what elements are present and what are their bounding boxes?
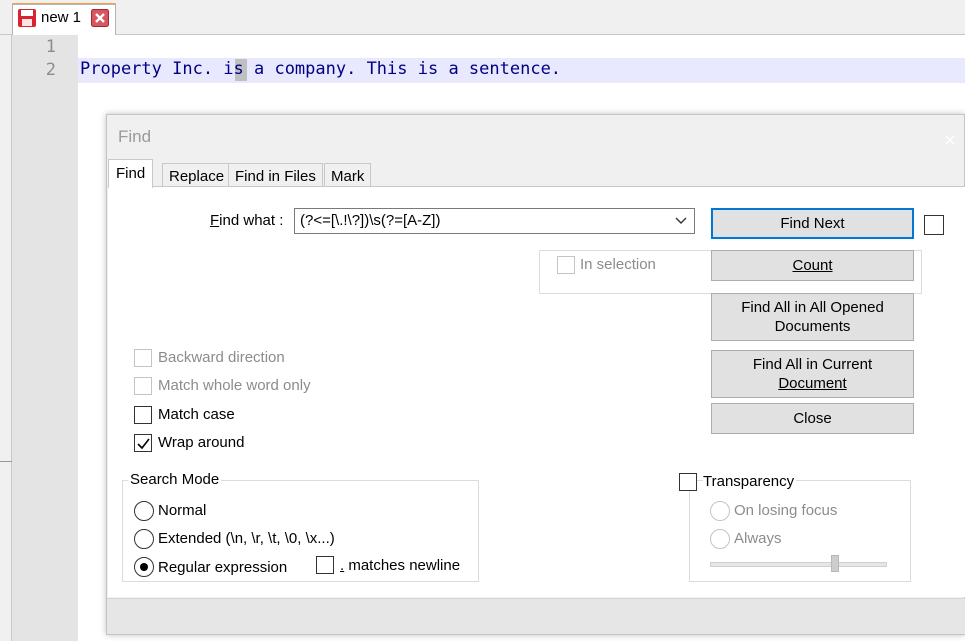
close-button[interactable]: Close [711, 403, 914, 434]
normal-radio[interactable] [134, 501, 154, 521]
find-what-label-rest: ind what : [219, 212, 284, 229]
always-radio[interactable] [710, 529, 730, 549]
transparency-slider-thumb[interactable] [831, 555, 839, 572]
match-whole-word-label: Match whole word only [158, 377, 311, 394]
dot-matches-newline-rest: matches newline [344, 557, 461, 574]
find-all-opened-button[interactable]: Find All in All Opened Documents [711, 293, 914, 341]
find-all-current-line1: Find All in Current [752, 356, 873, 373]
regex-radio[interactable] [134, 557, 154, 577]
count-button[interactable]: Count [711, 250, 914, 281]
radio-selected-dot [140, 563, 148, 571]
find-all-current-line2: Document [778, 375, 847, 392]
transparency-checkbox[interactable] [679, 473, 697, 491]
always-label: Always [734, 530, 782, 547]
transparency-slider-track[interactable] [710, 562, 887, 567]
find-what-label: Find what : [210, 212, 283, 229]
close-icon[interactable] [91, 9, 109, 27]
checkmark-icon [137, 438, 150, 450]
document-tab-label: new 1 [41, 9, 82, 26]
regex-label: Regular expression [158, 559, 288, 576]
extended-radio[interactable] [134, 529, 154, 549]
match-whole-word-checkbox[interactable] [134, 377, 152, 395]
floppy-save-icon [18, 9, 36, 27]
chevron-down-icon[interactable] [673, 212, 689, 228]
tab-replace[interactable]: Replace [162, 163, 232, 187]
extra-checkbox[interactable] [924, 215, 944, 235]
on-losing-focus-radio[interactable] [710, 501, 730, 521]
find-what-value: (?<=[\.!\?])\s(?=[A-Z]) [300, 212, 441, 229]
dot-matches-newline-checkbox[interactable] [316, 556, 334, 574]
find-all-current-button[interactable]: Find All in Current Document [711, 350, 914, 398]
backward-direction-label: Backward direction [158, 349, 285, 366]
editor-line-text[interactable]: Property Inc. is a company. This is a se… [80, 59, 561, 79]
in-selection-checkbox[interactable] [557, 256, 575, 274]
line-number-gutter: 1 2 [12, 35, 78, 641]
line-number: 2 [45, 60, 56, 80]
match-case-label: Match case [158, 406, 235, 423]
dialog-close-button[interactable]: × [935, 125, 965, 155]
dialog-footer [107, 598, 965, 634]
tab-bar [0, 0, 965, 35]
find-all-opened-line1: Find All in All Opened [741, 299, 884, 316]
on-losing-focus-label: On losing focus [734, 502, 838, 519]
dialog-title: Find [118, 127, 152, 146]
transparency-label: Transparency [703, 473, 797, 490]
in-selection-label: In selection [580, 256, 656, 273]
tab-find-in-files[interactable]: Find in Files [228, 163, 323, 187]
dot-matches-newline-label: . matches newline [340, 557, 460, 574]
extended-label: Extended (\n, \r, \t, \0, \x...) [158, 530, 335, 547]
line-number: 1 [45, 37, 56, 57]
find-what-label-mnemonic: F [210, 212, 220, 229]
search-mode-title: Search Mode [128, 471, 222, 488]
find-next-button[interactable]: Find Next [711, 208, 914, 239]
wrap-around-checkbox[interactable] [134, 434, 152, 452]
margin-strip [0, 35, 12, 641]
backward-direction-checkbox[interactable] [134, 349, 152, 367]
normal-label: Normal [158, 502, 207, 519]
find-all-opened-line2: Documents [774, 318, 851, 335]
wrap-around-label: Wrap around [158, 434, 245, 451]
margin-marker [0, 461, 12, 462]
tab-find[interactable]: Find [108, 159, 154, 188]
match-case-checkbox[interactable] [134, 406, 152, 424]
count-label: Count [792, 257, 833, 274]
tab-mark[interactable]: Mark [324, 163, 372, 187]
